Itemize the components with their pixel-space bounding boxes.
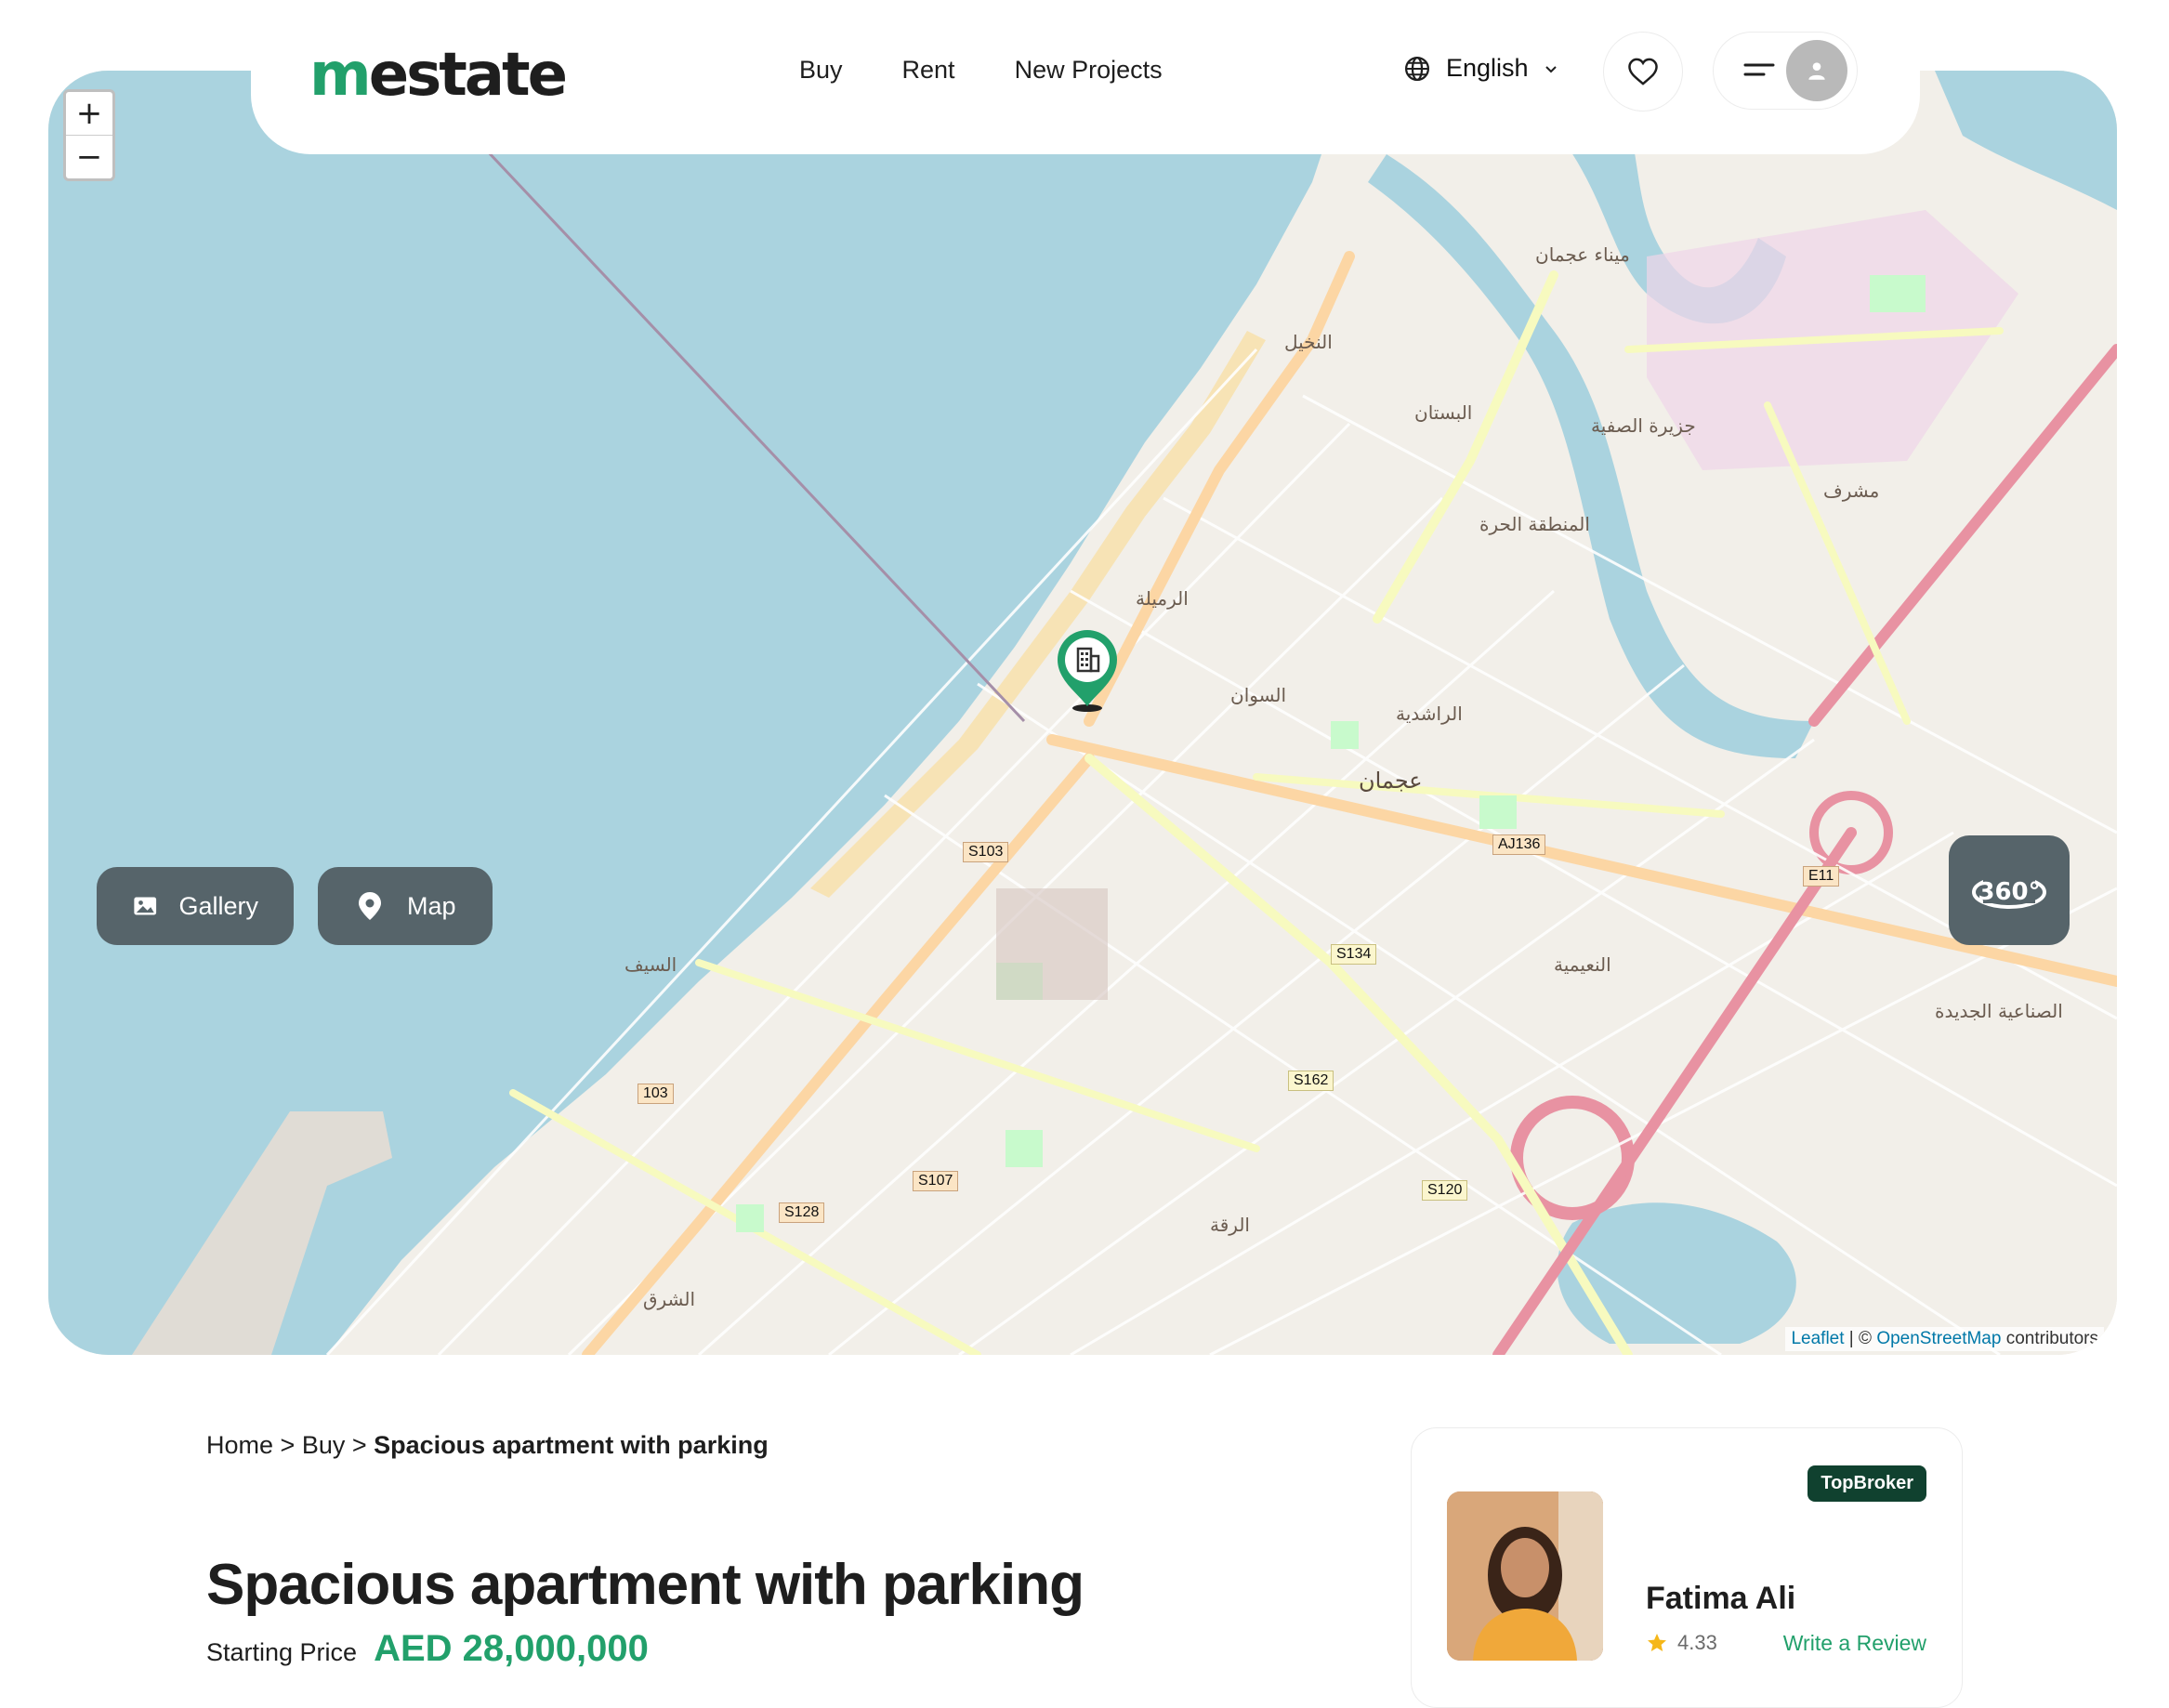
property-location-pin-icon[interactable] <box>1050 628 1124 714</box>
site-header: mestate Buy Rent New Projects English <box>251 0 1920 154</box>
globe-icon <box>1405 56 1429 81</box>
map-label-rumaila: الرميلة <box>1136 587 1189 610</box>
map-view-button[interactable]: Map <box>318 867 493 945</box>
site-logo[interactable]: mestate <box>309 41 568 110</box>
osm-link[interactable]: OpenStreetMap <box>1876 1329 2001 1348</box>
agent-rating-value: 4.33 <box>1677 1631 1717 1654</box>
agent-photo <box>1447 1491 1603 1661</box>
main-nav: Buy Rent New Projects <box>799 56 1163 85</box>
heart-icon <box>1628 58 1658 85</box>
breadcrumb-home[interactable]: Home <box>206 1431 273 1459</box>
agent-rating: 4.33 <box>1646 1631 1717 1655</box>
favorites-button[interactable] <box>1603 32 1683 112</box>
breadcrumb-separator: > <box>345 1431 375 1459</box>
chevron-down-icon <box>1545 65 1557 72</box>
map-label-port: ميناء عجمان <box>1535 243 1630 266</box>
zoom-out-button[interactable]: − <box>66 135 112 178</box>
map-label-nuaimiya: النعيمية <box>1554 953 1611 976</box>
road-shield-s134: S134 <box>1331 944 1377 965</box>
price-row: Starting Price AED 28,000,000 <box>206 1628 649 1670</box>
menu-icon <box>1743 63 1775 76</box>
user-menu-button[interactable] <box>1713 32 1858 110</box>
language-selector[interactable]: English <box>1403 54 1558 83</box>
nav-new-projects[interactable]: New Projects <box>1015 56 1163 85</box>
agent-card: TopBroker Fatima Ali 4.33 Write a Review <box>1411 1427 1963 1708</box>
top-broker-badge: TopBroker <box>1808 1465 1926 1502</box>
road-shield-s107: S107 <box>913 1171 959 1191</box>
road-shield-s128: S128 <box>779 1202 825 1223</box>
logo-accent: m <box>309 41 372 110</box>
gallery-button-label: Gallery <box>178 891 258 920</box>
price-label: Starting Price <box>206 1638 358 1666</box>
road-shield-aj136: AJ136 <box>1492 834 1546 855</box>
attribution-contributors: contributors <box>2001 1329 2098 1348</box>
road-shield-103: 103 <box>638 1084 674 1104</box>
user-avatar <box>1786 40 1847 101</box>
map-pin-icon <box>359 892 381 920</box>
zoom-control: + − <box>63 89 115 181</box>
view-360-button[interactable]: 360° <box>1949 835 2070 945</box>
attribution-separator: | © <box>1844 1329 1877 1348</box>
star-icon <box>1648 1634 1666 1651</box>
breadcrumb-buy[interactable]: Buy <box>302 1431 346 1459</box>
map-label-ajman: عجمان <box>1359 768 1423 794</box>
breadcrumb-separator: > <box>273 1431 302 1459</box>
road-shield-s103: S103 <box>963 842 1009 862</box>
map-label-sharq: الشرق <box>643 1288 696 1310</box>
logo-text: estate <box>368 41 568 110</box>
nav-rent[interactable]: Rent <box>902 56 955 85</box>
user-icon <box>1808 62 1825 80</box>
breadcrumb-current: Spacious apartment with parking <box>374 1431 769 1459</box>
property-map[interactable]: عجمان الرميلة السوان الراشدية النعيمية ا… <box>48 71 2117 1355</box>
road-shield-e11: E11 <box>1803 866 1840 887</box>
map-label-saif: السيف <box>624 953 677 976</box>
map-label-bustan: البستان <box>1414 401 1473 424</box>
map-label-free-zone: المنطقة الحرة <box>1479 513 1590 535</box>
nav-buy[interactable]: Buy <box>799 56 843 85</box>
zoom-in-button[interactable]: + <box>66 92 112 135</box>
listing-price: AED 28,000,000 <box>374 1628 649 1669</box>
write-review-link[interactable]: Write a Review <box>1783 1631 1926 1656</box>
view-360-label: 360° <box>1978 878 2040 906</box>
listing-title: Spacious apartment with parking <box>206 1553 1084 1617</box>
agent-name[interactable]: Fatima Ali <box>1646 1581 1795 1617</box>
language-label: English <box>1446 54 1529 82</box>
map-label-nakheel: النخيل <box>1284 331 1333 353</box>
road-shield-s120: S120 <box>1422 1180 1468 1201</box>
map-label-sinaiya: الصناعية الجديدة <box>1935 1000 2063 1022</box>
map-label-mushrif: مشرف <box>1823 480 1880 502</box>
map-label-jazira: جزيرة الصفية <box>1591 414 1696 437</box>
image-icon <box>134 897 157 915</box>
map-label-raqqa: الرقة <box>1210 1214 1250 1236</box>
map-label-rashidiya: الراشدية <box>1396 703 1463 725</box>
gallery-button[interactable]: Gallery <box>97 867 294 945</box>
view-360-icon: 360° <box>1972 875 2046 909</box>
map-attribution: Leaflet | © OpenStreetMap contributors <box>1785 1327 2104 1351</box>
leaflet-link[interactable]: Leaflet <box>1791 1329 1844 1348</box>
map-button-label: Map <box>407 891 456 920</box>
road-shield-s162: S162 <box>1288 1071 1334 1091</box>
map-label-sawan: السوان <box>1230 684 1287 706</box>
breadcrumb: Home > Buy > Spacious apartment with par… <box>206 1431 769 1460</box>
